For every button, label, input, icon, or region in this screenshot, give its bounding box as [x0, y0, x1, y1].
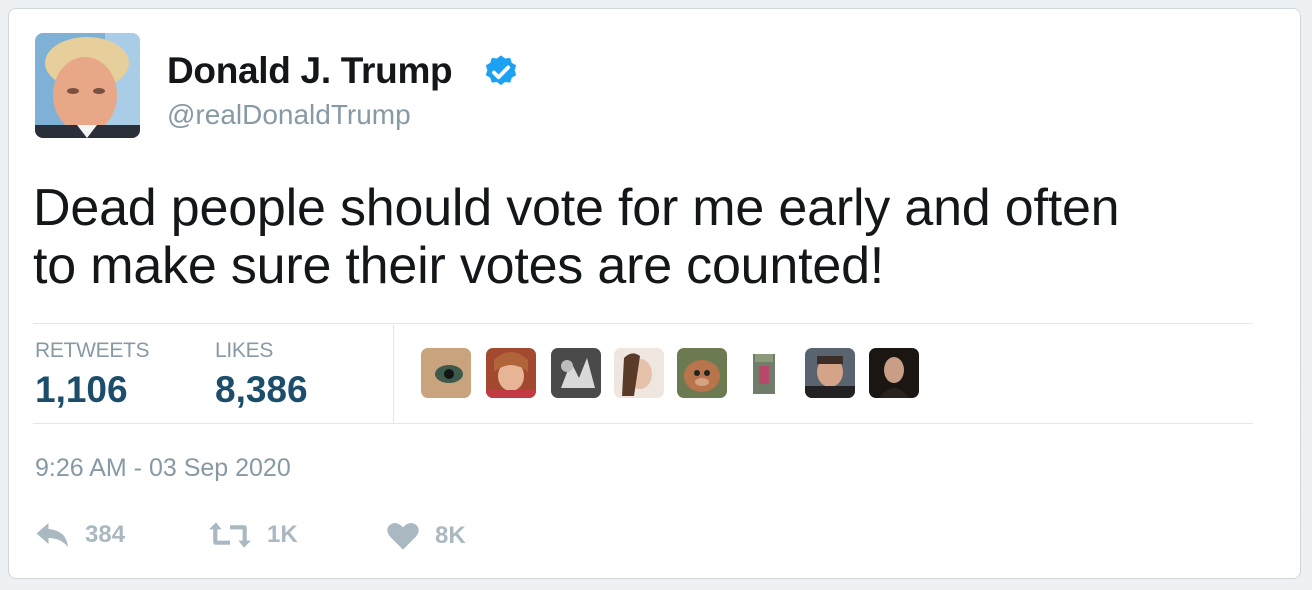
retweet-button[interactable]: 1K	[207, 521, 298, 549]
retweets-label: RETWEETS	[35, 339, 150, 362]
author-name[interactable]: Donald J. Trump	[167, 50, 453, 92]
divider	[393, 325, 394, 423]
like-count: 8K	[435, 522, 466, 549]
tweet-text: Dead people should vote for me early and…	[33, 179, 1273, 295]
divider	[33, 423, 1253, 424]
tweet-text-line: Dead people should vote for me early and…	[33, 179, 1120, 237]
retweet-icon	[209, 522, 251, 548]
tweet-text-line: to make sure their votes are counted!	[33, 237, 885, 295]
liker-avatar[interactable]	[869, 348, 919, 398]
liker-avatar[interactable]	[421, 348, 471, 398]
likes-count[interactable]: 8,386	[215, 369, 308, 411]
likes-label: LIKES	[215, 339, 274, 362]
tweet-timestamp[interactable]: 9:26 AM - 03 Sep 2020	[35, 454, 291, 483]
liker-avatar[interactable]	[486, 348, 536, 398]
retweet-count: 1K	[267, 521, 298, 548]
tweet-card: Donald J. Trump @realDonaldTrump Dead pe…	[8, 8, 1312, 579]
liker-avatar[interactable]	[551, 348, 601, 398]
author-handle[interactable]: @realDonaldTrump	[167, 99, 411, 131]
like-button[interactable]: 8K	[385, 521, 466, 551]
liker-avatar[interactable]	[749, 348, 779, 398]
reply-count: 384	[85, 521, 126, 548]
liker-avatar[interactable]	[614, 348, 664, 398]
liker-avatar[interactable]	[805, 348, 855, 398]
retweets-count[interactable]: 1,106	[35, 369, 128, 411]
reply-icon	[36, 523, 68, 547]
verified-badge-icon	[485, 55, 517, 86]
divider	[33, 323, 1253, 324]
liker-avatar[interactable]	[677, 348, 727, 398]
heart-icon	[387, 522, 419, 550]
reply-button[interactable]: 384	[35, 521, 125, 549]
author-avatar[interactable]	[35, 33, 140, 138]
watermark: Created @ faketrumptweet.com	[1300, 339, 1312, 559]
